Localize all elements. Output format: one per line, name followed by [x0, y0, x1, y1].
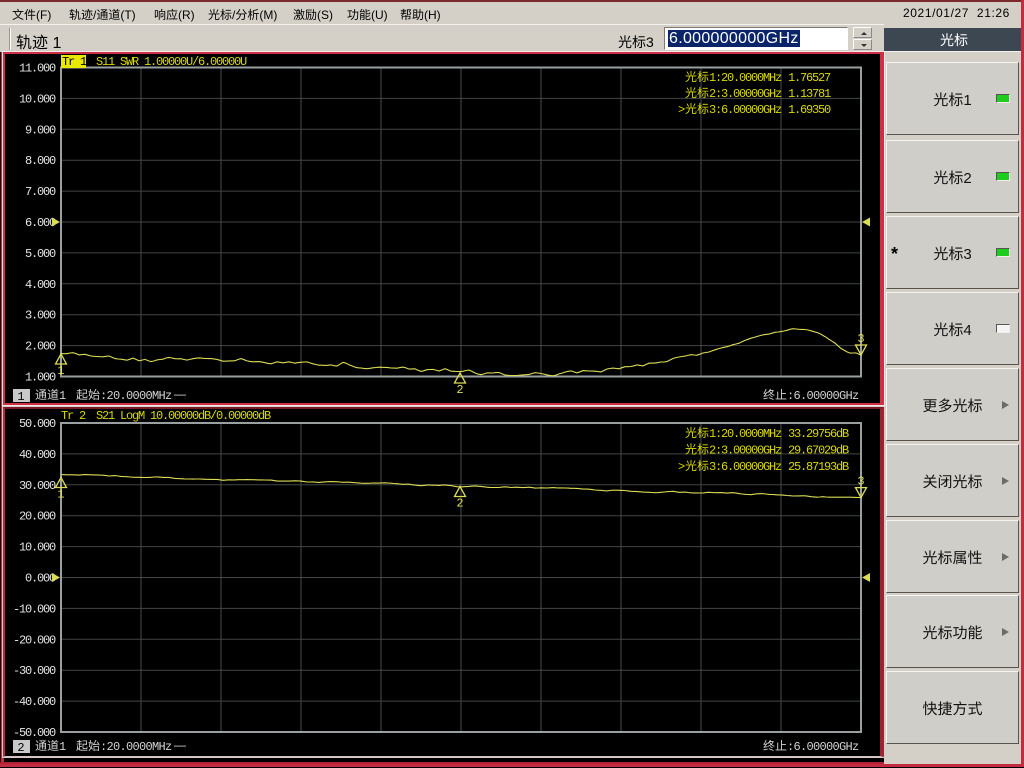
svg-text:6.000: 6.000	[25, 216, 56, 230]
svg-text:1:20.0000MHz: 1:20.0000MHz	[709, 427, 782, 441]
svg-text:2: 2	[17, 741, 24, 755]
svg-text:Tr 2: Tr 2	[61, 409, 86, 423]
svg-text:2:3.00000GHz: 2:3.00000GHz	[709, 444, 782, 458]
svg-text:-30.000: -30.000	[13, 664, 56, 678]
svg-text:11.000: 11.000	[19, 62, 56, 76]
svg-text:1: 1	[17, 390, 24, 404]
svg-text:光标: 光标	[685, 100, 709, 117]
svg-text:10.000: 10.000	[19, 541, 56, 555]
svg-text::6.00000GHz: :6.00000GHz	[787, 740, 859, 754]
svg-text:-40.000: -40.000	[13, 695, 56, 709]
svg-text:光标: 光标	[685, 424, 709, 441]
svg-text:3:6.00000GHz: 3:6.00000GHz	[709, 460, 782, 474]
svg-text:33.29756dB: 33.29756dB	[788, 427, 849, 441]
svg-text:终止: 终止	[763, 737, 787, 754]
svg-text::20.0000MHz: :20.0000MHz	[100, 740, 172, 754]
svg-text:—: —	[174, 385, 186, 402]
svg-text:>: >	[678, 460, 685, 474]
svg-text:光标: 光标	[685, 441, 709, 458]
svg-text::20.0000MHz: :20.0000MHz	[100, 389, 172, 403]
svg-text:7.000: 7.000	[25, 185, 56, 199]
svg-text:起始: 起始	[76, 386, 100, 403]
svg-text:3: 3	[857, 332, 864, 346]
svg-text:2: 2	[456, 383, 463, 397]
svg-text:9.000: 9.000	[25, 123, 56, 137]
svg-text:10.000: 10.000	[19, 92, 56, 106]
svg-text:1: 1	[57, 364, 64, 378]
svg-text:光标: 光标	[685, 457, 709, 474]
svg-text:40.000: 40.000	[19, 448, 56, 462]
svg-text:通道: 通道	[35, 737, 59, 754]
svg-text:1.000: 1.000	[25, 371, 56, 385]
svg-text:终止: 终止	[763, 386, 787, 403]
svg-text:-20.000: -20.000	[13, 633, 56, 647]
svg-text::6.00000GHz: :6.00000GHz	[787, 389, 859, 403]
svg-text:-10.000: -10.000	[13, 602, 56, 616]
svg-text:5.000: 5.000	[25, 247, 56, 261]
svg-text:3:6.00000GHz: 3:6.00000GHz	[709, 103, 782, 117]
svg-text:光标: 光标	[685, 68, 709, 85]
svg-text:4.000: 4.000	[25, 278, 56, 292]
svg-text:1.69350: 1.69350	[788, 103, 831, 117]
svg-text:—: —	[174, 736, 186, 753]
svg-text:S21 LogM 10.00000dB/0.00000dB: S21 LogM 10.00000dB/0.00000dB	[96, 409, 271, 423]
svg-text:50.000: 50.000	[19, 417, 56, 431]
svg-text:2:3.00000GHz: 2:3.00000GHz	[709, 87, 782, 101]
svg-text:2: 2	[456, 497, 463, 511]
svg-text:30.000: 30.000	[19, 479, 56, 493]
svg-text:Tr 1: Tr 1	[62, 55, 87, 69]
svg-text:1:20.0000MHz: 1:20.0000MHz	[709, 71, 782, 85]
svg-text:3.000: 3.000	[25, 309, 56, 323]
svg-text:>: >	[678, 103, 685, 117]
svg-text:1.76527: 1.76527	[788, 71, 831, 85]
svg-text:1: 1	[57, 488, 64, 502]
svg-text:起始: 起始	[76, 737, 100, 754]
svg-text:29.67029dB: 29.67029dB	[788, 444, 849, 458]
svg-text:2.000: 2.000	[25, 340, 56, 354]
svg-text:8.000: 8.000	[25, 154, 56, 168]
svg-text:1: 1	[59, 740, 66, 754]
svg-text:S11 SWR 1.00000U/6.00000U: S11 SWR 1.00000U/6.00000U	[96, 55, 247, 69]
svg-text:1: 1	[59, 389, 66, 403]
svg-text:1.13781: 1.13781	[788, 87, 831, 101]
svg-text:25.87193dB: 25.87193dB	[788, 460, 849, 474]
svg-text:0.000: 0.000	[25, 572, 56, 586]
svg-text:20.000: 20.000	[19, 510, 56, 524]
svg-text:3: 3	[857, 475, 864, 489]
svg-text:通道: 通道	[35, 386, 59, 403]
svg-text:光标: 光标	[685, 84, 709, 101]
